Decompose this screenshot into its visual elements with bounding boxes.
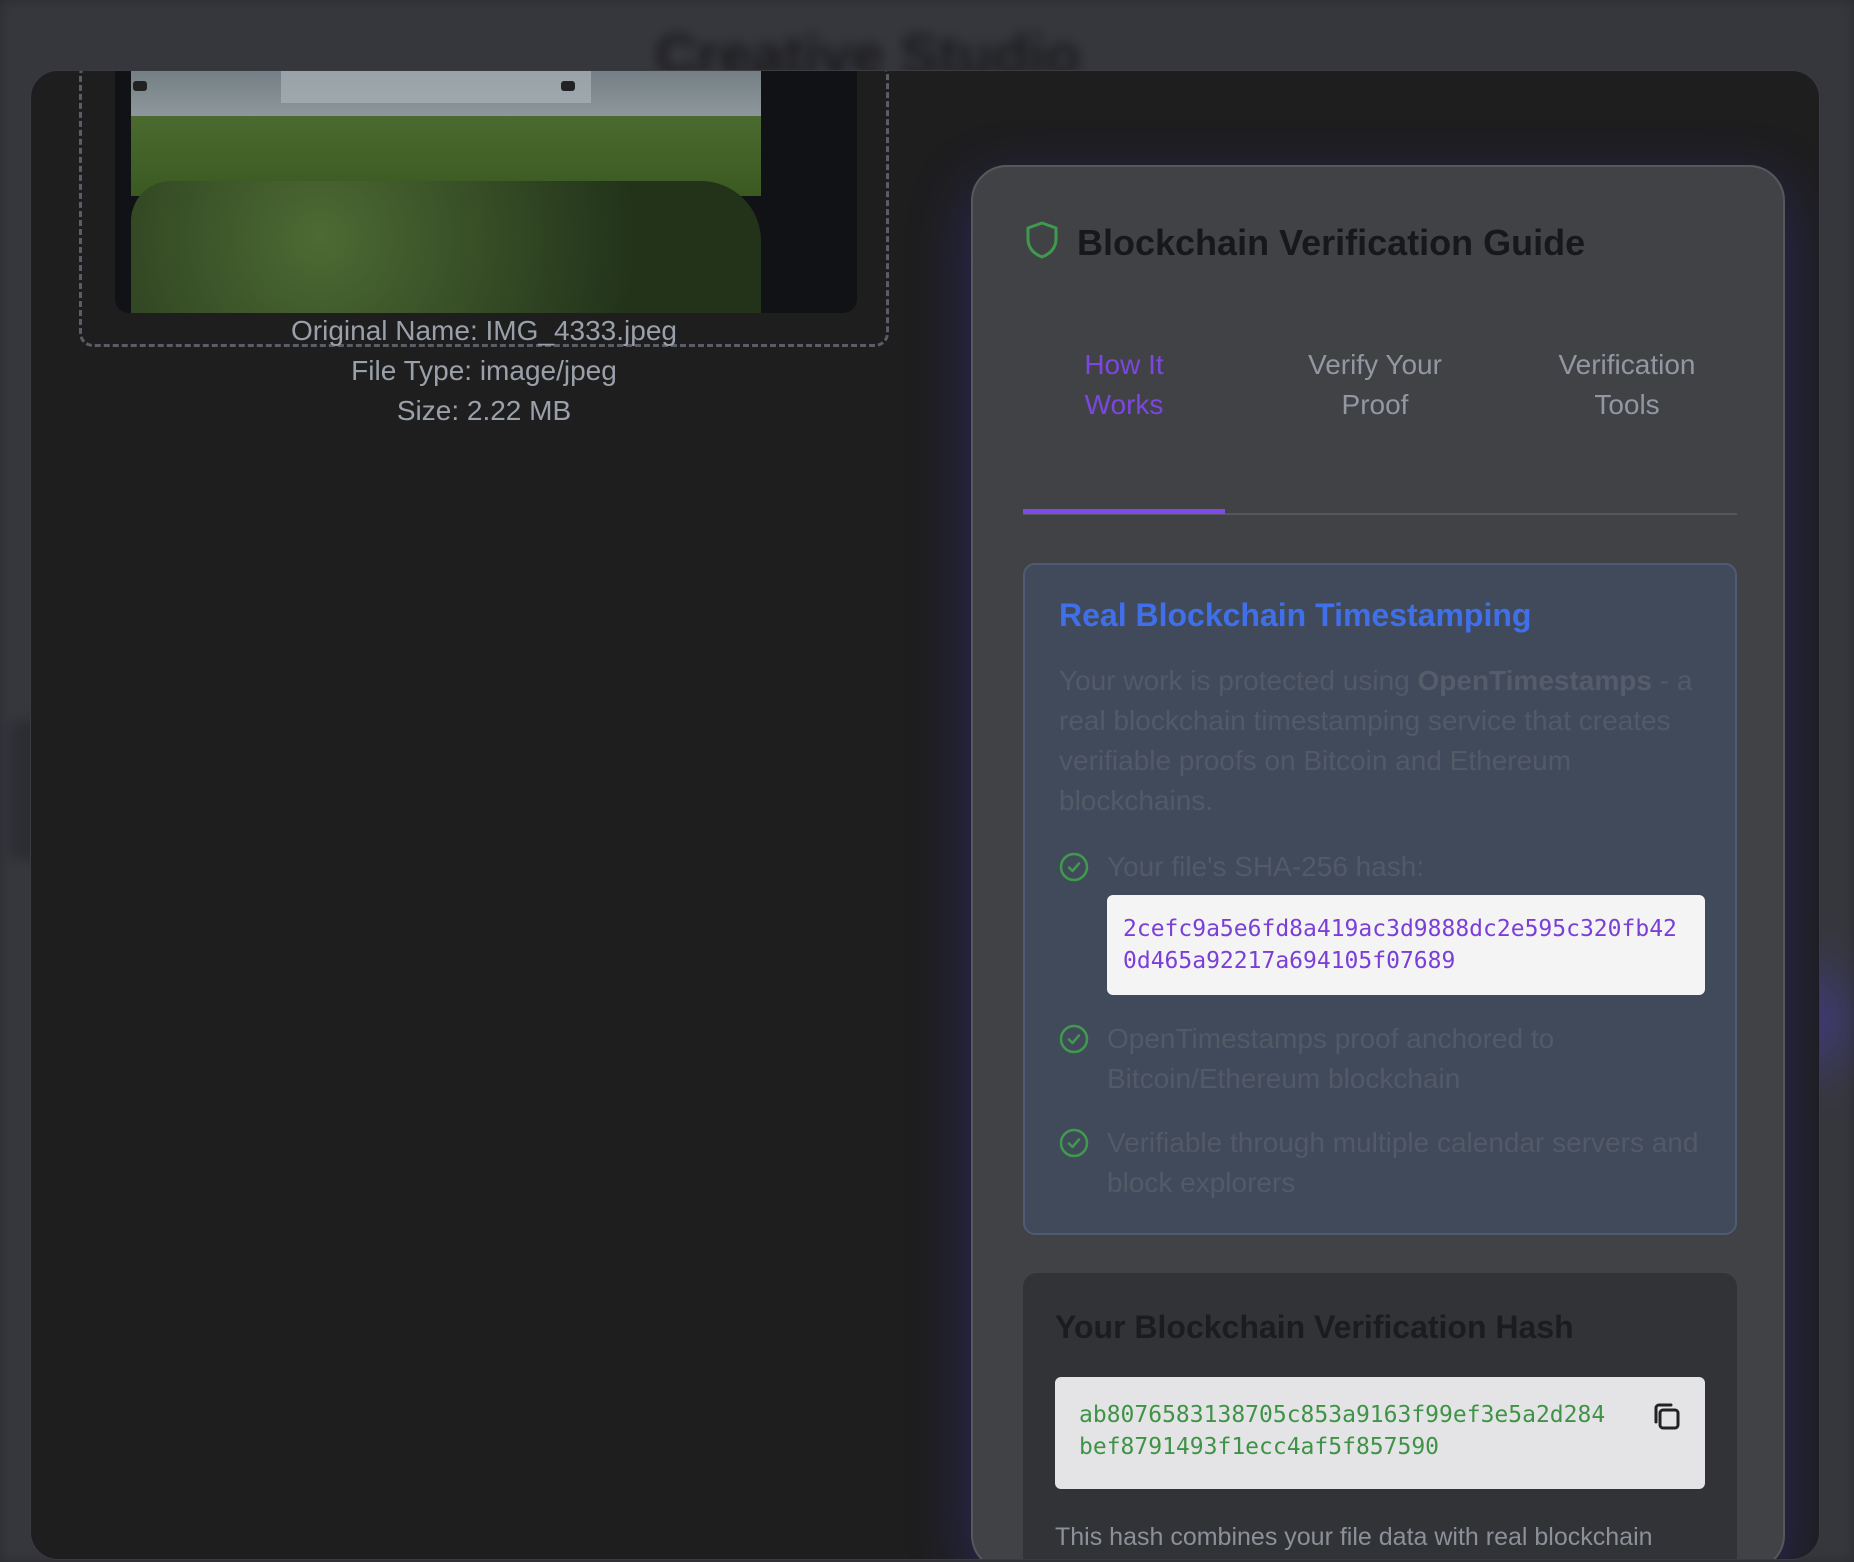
timestamping-info-card: Real Blockchain Timestamping Your work i… (1023, 563, 1737, 1235)
active-tab-indicator (1023, 509, 1225, 514)
tab-verification-tools[interactable]: Verification Tools (1517, 345, 1737, 425)
file-info: Original Name: IMG_4333.jpeg File Type: … (79, 311, 889, 431)
guide-tabs: How It Works Verify Your Proof Verificat… (1023, 317, 1737, 515)
verification-hash-value: ab8076583138705c853a9163f99ef3e5a2d284be… (1079, 1402, 1606, 1460)
info-description: Your work is protected using OpenTimesta… (1059, 665, 1693, 816)
info-title: Real Blockchain Timestamping (1059, 597, 1532, 633)
image-preview (115, 71, 857, 313)
verification-hash-card: Your Blockchain Verification Hash ab8076… (1023, 1273, 1737, 1559)
check-item-verifiable: Verifiable through multiple calendar ser… (1059, 1123, 1709, 1203)
guide-header: Blockchain Verification Guide (1025, 221, 1585, 264)
sha256-hash-value: 2cefc9a5e6fd8a419ac3d9888dc2e595c320fb42… (1107, 895, 1705, 995)
shield-icon (1025, 221, 1059, 264)
guide-title: Blockchain Verification Guide (1077, 221, 1586, 263)
upload-modal: Original Name: IMG_4333.jpeg File Type: … (30, 70, 1820, 1560)
hash-card-title: Your Blockchain Verification Hash (1055, 1309, 1574, 1345)
file-size: Size: 2.22 MB (396, 395, 572, 426)
check-item-sha256: Your file's SHA-256 hash: (1059, 847, 1709, 893)
check-circle-icon (1059, 1128, 1089, 1203)
check-circle-icon (1059, 1024, 1089, 1099)
tab-how-it-works[interactable]: How It Works (1023, 345, 1225, 425)
hash-description: This hash combines your file data with r… (1055, 1523, 1653, 1551)
tab-verify-your-proof[interactable]: Verify Your Proof (1255, 345, 1495, 425)
check-circle-icon (1059, 852, 1089, 893)
file-original-name: Original Name: IMG_4333.jpeg (291, 315, 677, 346)
verification-hash-box: ab8076583138705c853a9163f99ef3e5a2d284be… (1055, 1377, 1705, 1489)
copy-icon[interactable] (1647, 1397, 1687, 1437)
check-item-anchored: OpenTimestamps proof anchored to Bitcoin… (1059, 1019, 1709, 1099)
file-type: File Type: image/jpeg (351, 355, 617, 386)
verification-guide-panel: Blockchain Verification Guide How It Wor… (971, 165, 1785, 1559)
uploaded-photo (131, 71, 761, 313)
